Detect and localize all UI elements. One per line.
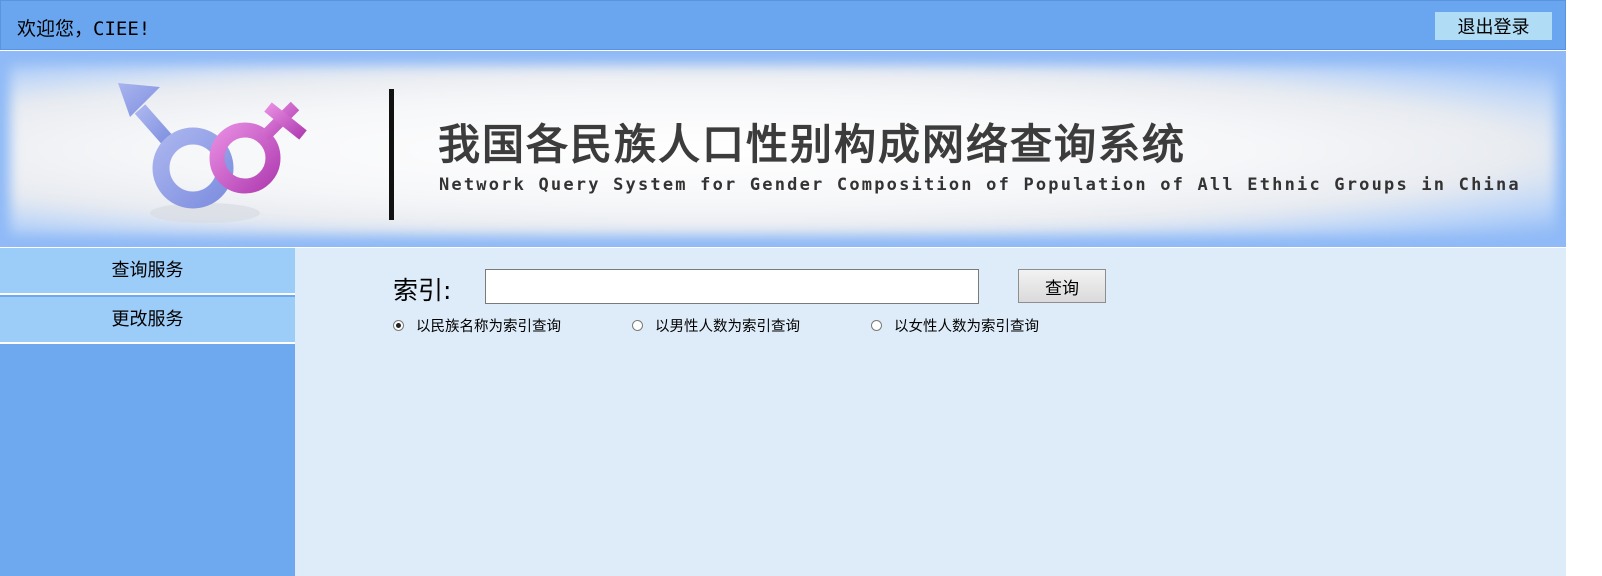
sidebar-item-modify-service[interactable]: 更改服务 — [0, 297, 295, 344]
radio-label: 以民族名称为索引查询 — [416, 318, 561, 335]
banner: 我国各民族人口性别构成网络查询系统 Network Query System f… — [0, 51, 1566, 247]
banner-title-chinese: 我国各民族人口性别构成网络查询系统 — [438, 120, 1187, 169]
radio-label: 以男性人数为索引查询 — [655, 318, 800, 335]
sidebar: 查询服务 更改服务 — [0, 248, 295, 576]
welcome-text: 欢迎您，CIEE! — [17, 18, 151, 40]
search-button[interactable]: 查询 — [1018, 269, 1106, 303]
page-margin — [1566, 0, 1602, 576]
radio-button-checked[interactable] — [393, 319, 404, 331]
banner-divider — [389, 89, 394, 220]
radio-option-male-count[interactable]: 以男性人数为索引查询 — [632, 315, 800, 335]
radio-button[interactable] — [871, 319, 882, 331]
sidebar-item-query-service[interactable]: 查询服务 — [0, 248, 295, 295]
radio-label: 以女性人数为索引查询 — [894, 318, 1039, 335]
top-bar: 欢迎您，CIEE! 退出登录 — [0, 0, 1566, 50]
logout-button[interactable]: 退出登录 — [1435, 12, 1552, 40]
search-input[interactable] — [485, 269, 979, 304]
gender-symbols-icon — [118, 83, 307, 223]
radio-option-ethnic-name[interactable]: 以民族名称为索引查询 — [393, 315, 561, 335]
radio-button[interactable] — [632, 319, 643, 331]
radio-option-female-count[interactable]: 以女性人数为索引查询 — [871, 315, 1039, 335]
banner-title-english: Network Query System for Gender Composit… — [439, 175, 1521, 195]
index-label: 索引: — [393, 276, 452, 305]
